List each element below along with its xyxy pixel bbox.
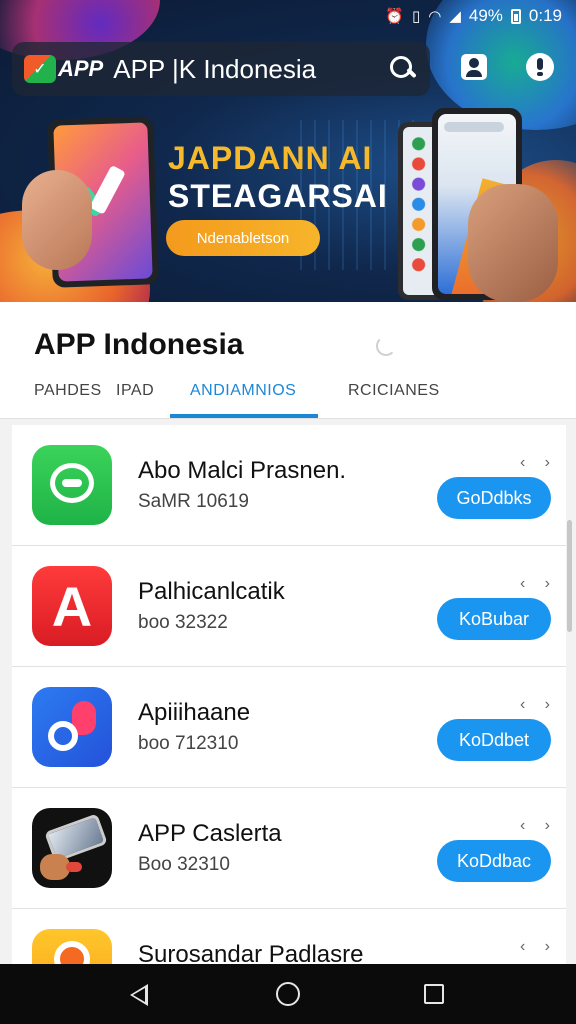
search-icon[interactable]	[388, 54, 418, 84]
system-nav-bar	[0, 964, 576, 1024]
share-icon[interactable]: ‹ ›	[520, 575, 550, 592]
app-meta: SaMR 10619	[138, 491, 249, 512]
loading-spinner-icon	[376, 336, 396, 356]
clock: 0:19	[528, 6, 562, 25]
alarm-icon: ⏰	[385, 8, 404, 25]
list-item[interactable]: Apiiihaane boo 712310 ‹ › KoDdbet	[12, 667, 566, 788]
recents-icon[interactable]	[424, 984, 444, 1004]
app-name: APP Caslerta	[138, 820, 282, 847]
logo-icon: ✓	[24, 55, 56, 83]
banner-headline: JAPDANN AI	[168, 140, 373, 176]
banner-hand-illustration	[22, 170, 92, 270]
app-action-button[interactable]: KoBubar	[437, 598, 551, 640]
scrollbar[interactable]	[567, 520, 572, 632]
tab-bar: PAHDES IPAD ANDIAMNIOS RCICIANES	[0, 374, 576, 418]
banner-subheadline: STEAGARSAI	[168, 178, 388, 214]
search-bar[interactable]: ✓ APP APP |K Indonesia	[12, 42, 430, 96]
status-bar: ⏰ ▯ ◠ ◢ 49% 0:19	[0, 0, 576, 32]
app-action-button[interactable]: KoDdbet	[437, 719, 551, 761]
list-item[interactable]: Surosandar Padlasre ‹ ›	[12, 909, 566, 965]
list-item[interactable]: APP Caslerta Boo 32310 ‹ › KoDdbac	[12, 788, 566, 909]
share-icon[interactable]: ‹ ›	[520, 938, 550, 955]
account-button[interactable]	[459, 52, 489, 82]
share-icon[interactable]: ‹ ›	[520, 454, 550, 471]
list-item[interactable]: Abo Malci Prasnen. SaMR 10619 ‹ › GoDdbks	[12, 425, 566, 546]
app-action-button[interactable]: GoDdbks	[437, 477, 551, 519]
back-icon[interactable]	[130, 984, 148, 1006]
app-action-button[interactable]: KoDdbac	[437, 840, 551, 882]
tab-andiamnios[interactable]: ANDIAMNIOS	[190, 382, 296, 400]
info-icon	[526, 53, 554, 81]
app-name: Abo Malci Prasnen.	[138, 457, 347, 484]
app-name: Apiiihaane	[138, 699, 251, 726]
wifi-icon: ◠	[428, 8, 442, 25]
share-icon[interactable]: ‹ ›	[520, 817, 550, 834]
banner-hand-illustration	[468, 184, 558, 302]
page-title: APP Indonesia	[34, 328, 244, 361]
music-d-icon	[32, 687, 112, 767]
tab-pahdes[interactable]: PAHDES	[34, 382, 102, 400]
tab-rcicianes[interactable]: RCICIANES	[348, 382, 440, 400]
battery-percent: 49%	[468, 6, 503, 25]
app-meta: Boo 32310	[138, 854, 230, 875]
logo-text: APP	[58, 56, 104, 81]
vibrate-icon: ▯	[411, 8, 421, 25]
app-name: Surosandar Padlasre	[138, 941, 364, 965]
battery-icon	[510, 8, 521, 24]
home-icon[interactable]	[276, 982, 300, 1006]
app-meta: boo 712310	[138, 733, 239, 754]
divider	[0, 418, 576, 419]
banner-cta-button[interactable]: Ndenabletson	[166, 220, 320, 256]
letter-a-icon: A	[32, 566, 112, 646]
app-list: Abo Malci Prasnen. SaMR 10619 ‹ › GoDdbks…	[12, 425, 566, 965]
orange-icon	[32, 929, 112, 965]
signal-icon: ◢	[449, 8, 461, 25]
app-logo: ✓ APP	[24, 55, 103, 83]
app-meta: boo 32322	[138, 612, 228, 633]
app-name: Palhicanlcatik	[138, 578, 285, 605]
info-button[interactable]	[525, 52, 555, 82]
chat-icon	[32, 445, 112, 525]
list-item[interactable]: A Palhicanlcatik boo 32322 ‹ › KoBubar	[12, 546, 566, 667]
share-icon[interactable]: ‹ ›	[520, 696, 550, 713]
phone-icon	[32, 808, 112, 888]
tab-ipad[interactable]: IPAD	[116, 382, 154, 400]
account-icon	[461, 54, 487, 80]
store-title: APP |K Indonesia	[113, 53, 317, 84]
page-header: APP Indonesia PAHDES IPAD ANDIAMNIOS RCI…	[0, 302, 576, 419]
